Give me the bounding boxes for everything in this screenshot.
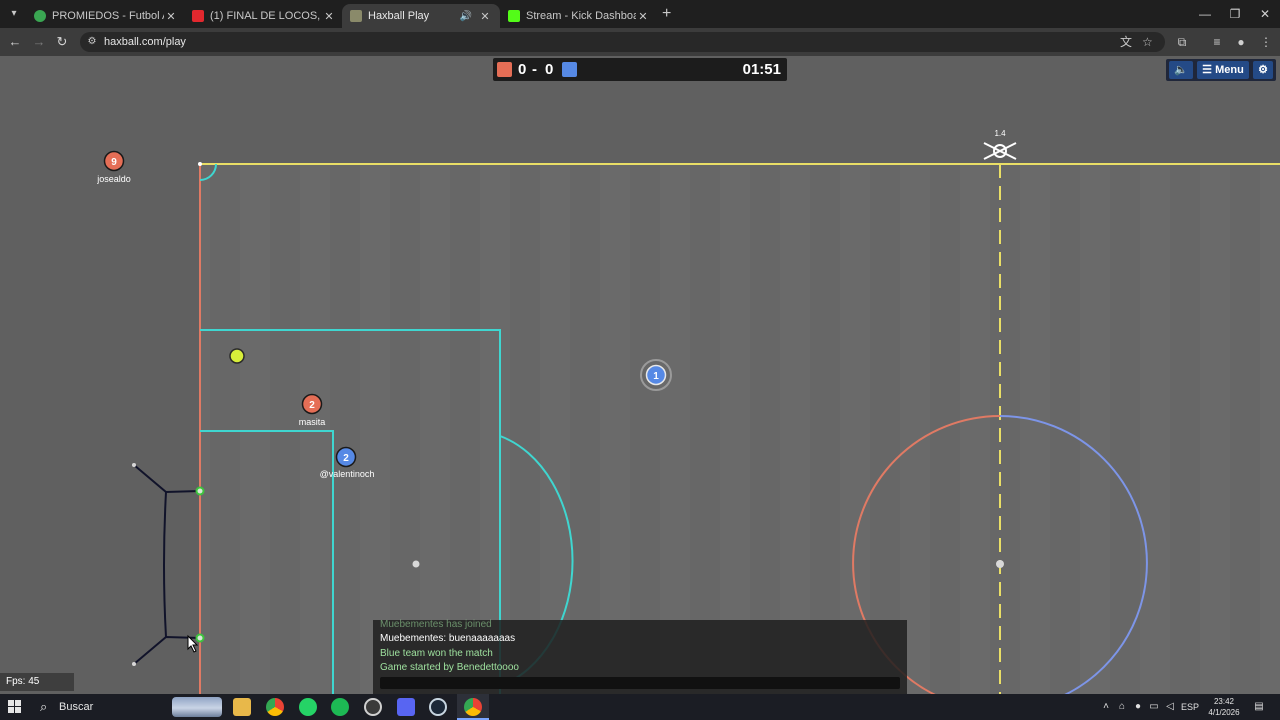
goal-post-top: [195, 486, 205, 496]
site-info-icon[interactable]: ⚙: [86, 36, 98, 48]
chat-input[interactable]: [380, 677, 900, 689]
steam-icon[interactable]: [429, 698, 447, 716]
youtube-favicon-icon: [192, 10, 204, 22]
system-clock[interactable]: 23:42 4/1/2026: [1204, 696, 1244, 718]
tab-haxball[interactable]: Haxball Play 🔊 ✕: [342, 4, 500, 28]
tab-audio-icon[interactable]: 🔊: [460, 11, 472, 22]
close-tab-icon[interactable]: ✕: [322, 10, 336, 23]
penalty-spot: [412, 560, 420, 568]
tab-label: (1) FINAL DE LOCOS, RÁFAGA D: [210, 10, 322, 22]
ball: [229, 348, 245, 364]
blue-score: 0: [545, 61, 554, 78]
player-josealdo: 9: [103, 150, 125, 172]
back-icon[interactable]: ←: [6, 34, 24, 50]
tab-label: Haxball Play: [368, 10, 430, 22]
tab-youtube[interactable]: (1) FINAL DE LOCOS, RÁFAGA D ✕: [184, 4, 344, 28]
marker-label: 1.4: [994, 129, 1006, 138]
minimize-icon[interactable]: —: [1190, 4, 1220, 24]
url-text[interactable]: haxball.com/play: [104, 35, 186, 49]
player-number: 2: [343, 453, 349, 464]
scoreboard: 0 - 0 01:51: [493, 58, 787, 81]
profile-icon[interactable]: ●: [1233, 34, 1249, 50]
blue-team-indicator: [562, 62, 577, 77]
player-masita: 2: [301, 393, 323, 415]
haxball-favicon-icon: [350, 10, 362, 22]
player-number: 2: [309, 400, 315, 411]
close-tab-icon[interactable]: ✕: [636, 10, 650, 23]
fps-counter: Fps: 45: [0, 673, 74, 691]
more-menu-icon[interactable]: ⋮: [1258, 34, 1274, 50]
file-explorer-icon[interactable]: [233, 698, 251, 716]
power-icon[interactable]: ▭: [1148, 699, 1160, 715]
close-tab-icon[interactable]: ✕: [478, 10, 492, 23]
chat-message: Blue team won the match: [380, 648, 493, 659]
chrome-icon[interactable]: [266, 698, 284, 716]
browser-toolbar: ← → ↻ ⚙ haxball.com/play 文 ☆ ⧉ ≡ ● ⋮: [0, 28, 1280, 56]
speaker-icon[interactable]: 🔈: [1169, 61, 1193, 79]
tab-label: PROMIEDOS - Futbol Argentino: [52, 10, 164, 22]
tab-label: Stream - Kick Dashboard: [526, 10, 636, 22]
pitch: [200, 164, 1280, 694]
chat-message: Muebementes has joined: [380, 619, 492, 630]
search-highlight-image[interactable]: [172, 697, 222, 717]
menu-label: Menu: [1215, 64, 1244, 76]
spotify-icon[interactable]: [331, 698, 349, 716]
forward-icon[interactable]: →: [30, 34, 48, 50]
windows-taskbar: ⌕ Buscar ˄ ⌂ ● ▭ ◁ ESP 23:42 4/1/2026 ▤: [0, 694, 1280, 720]
tab-list-icon[interactable]: ▾: [6, 6, 22, 22]
match-timer: 01:51: [742, 61, 781, 78]
language-indicator[interactable]: ESP: [1180, 699, 1200, 715]
player-name-masita: masita: [298, 417, 326, 427]
search-icon[interactable]: ⌕: [40, 699, 47, 715]
player-number: 1: [653, 371, 659, 382]
red-score: 0: [518, 61, 527, 78]
score-separator: -: [532, 61, 537, 78]
tab-kick[interactable]: Stream - Kick Dashboard ✕: [500, 4, 658, 28]
chat-panel: Muebementes has joined Muebementes: buen…: [373, 619, 907, 694]
discord-icon[interactable]: [397, 698, 415, 716]
chrome-icon[interactable]: [464, 698, 482, 716]
new-tab-icon[interactable]: +: [662, 4, 671, 24]
tab-promiedos[interactable]: PROMIEDOS - Futbol Argentino ✕: [26, 4, 186, 28]
reload-icon[interactable]: ↻: [53, 34, 71, 50]
show-hidden-icons-icon[interactable]: ˄: [1100, 699, 1112, 715]
notifications-icon[interactable]: ▤: [1252, 699, 1266, 715]
player-name-valentinoch: @valentinoch: [319, 469, 375, 479]
red-team-indicator: [497, 62, 512, 77]
kick-favicon-icon: [508, 10, 520, 22]
media-controls-icon[interactable]: ≡: [1209, 34, 1225, 50]
haxball-game-canvas[interactable]: 1.4 9 2 2 1 josealdo masita @valentinoch…: [0, 56, 1280, 694]
player-number: 9: [111, 157, 117, 168]
chat-message: Game started by Benedettoooo: [380, 662, 519, 673]
close-window-icon[interactable]: ✕: [1250, 4, 1280, 24]
chat-message: Muebementes: buenaaaaaaas: [380, 633, 516, 644]
bookmark-star-icon[interactable]: ☆: [1142, 35, 1153, 49]
address-bar[interactable]: ⚙ haxball.com/play 文 ☆: [80, 32, 1165, 52]
clock-time: 23:42: [1213, 697, 1235, 706]
close-tab-icon[interactable]: ✕: [164, 10, 178, 23]
volume-icon[interactable]: ◁: [1164, 699, 1176, 715]
gear-icon[interactable]: ⚙: [1253, 61, 1273, 79]
center-spot: [996, 560, 1004, 568]
restore-icon[interactable]: ❐: [1220, 4, 1250, 24]
translate-icon[interactable]: 文: [1120, 35, 1132, 49]
microphone-icon[interactable]: ●: [1132, 699, 1144, 715]
clock-date: 4/1/2026: [1208, 708, 1240, 717]
clock-app-icon[interactable]: [364, 698, 382, 716]
goal-post-bottom: [195, 633, 205, 643]
player-name-josealdo: josealdo: [97, 174, 131, 184]
network-icon[interactable]: ⌂: [1116, 699, 1128, 715]
field-drawing: 1.4 9 2 2 1: [0, 56, 1280, 694]
extensions-icon[interactable]: ⧉: [1174, 34, 1190, 50]
menu-button[interactable]: ☰ Menu: [1197, 61, 1249, 79]
promiedos-favicon-icon: [34, 10, 46, 22]
player-valentinoch: 2: [335, 446, 357, 468]
corner-post: [198, 162, 202, 166]
browser-tab-bar: ▾ PROMIEDOS - Futbol Argentino ✕ (1) FIN…: [0, 0, 1280, 28]
windows-start-icon[interactable]: [8, 700, 22, 714]
game-controls: 🔈 ☰ Menu ⚙: [1166, 59, 1276, 81]
taskbar-search[interactable]: Buscar: [59, 700, 93, 714]
whatsapp-icon[interactable]: [299, 698, 317, 716]
